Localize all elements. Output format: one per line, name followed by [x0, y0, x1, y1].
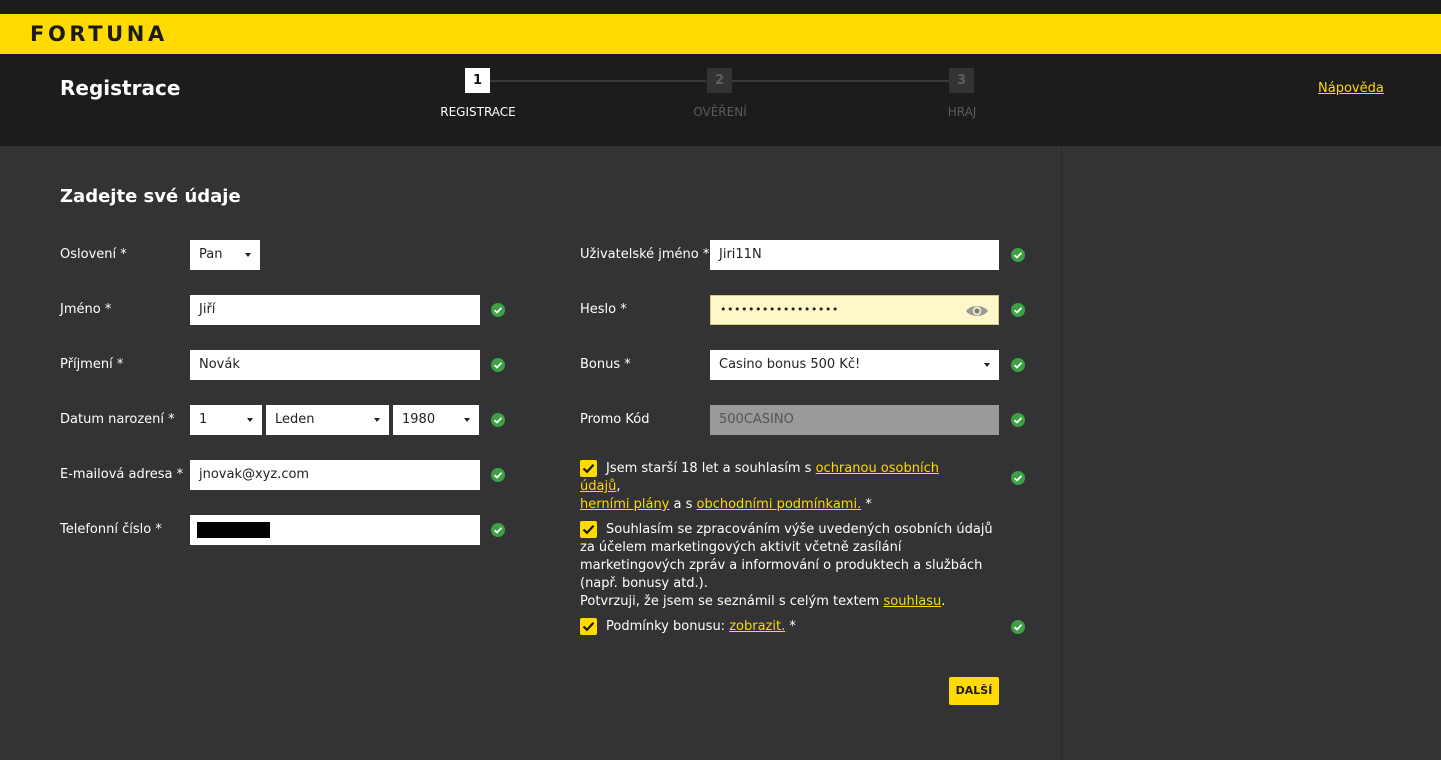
birth-date-label: Datum narození * — [60, 412, 175, 427]
email-label: E-mailová adresa * — [60, 467, 184, 482]
chevron-down-icon — [464, 418, 470, 422]
chevron-down-icon — [374, 418, 380, 422]
password-input[interactable]: ••••••••••••••••• — [710, 295, 999, 325]
birth-date-valid-icon — [491, 413, 505, 427]
birth-day-value: 1 — [199, 412, 208, 427]
phone-label: Telefonní číslo * — [60, 522, 162, 537]
marketing-consent-text-part: Potvrzuji, že jsem se seznámil s celým t… — [580, 594, 884, 609]
stepper-line-1 — [490, 80, 706, 82]
birth-year-select[interactable]: 1980 — [393, 405, 479, 435]
birth-month-select[interactable]: Leden — [266, 405, 389, 435]
fortuna-logo[interactable]: FORTUNA — [30, 23, 168, 45]
redacted-phone-number — [197, 522, 270, 538]
age-consent-valid-icon — [1011, 471, 1025, 485]
step-2-label: OVĚŘENÍ — [693, 105, 747, 119]
promo-code-valid-icon — [1011, 413, 1025, 427]
bonus-terms-text: Podmínky bonusu: zobrazit. * — [580, 618, 980, 636]
bonus-terms-text-part: * — [785, 619, 796, 634]
stepper-line-2 — [732, 80, 950, 82]
username-input[interactable]: Jiri11N — [710, 240, 999, 270]
salutation-select[interactable]: Pan — [190, 240, 260, 270]
chevron-down-icon — [984, 363, 990, 367]
show-password-eye-icon[interactable] — [965, 302, 989, 324]
chevron-down-icon — [247, 418, 253, 422]
browser-top-strip — [0, 0, 1441, 14]
help-link[interactable]: Nápověda — [1318, 81, 1384, 96]
promo-code-label: Promo Kód — [580, 412, 650, 427]
bonus-label: Bonus * — [580, 357, 631, 372]
password-valid-icon — [1011, 303, 1025, 317]
chevron-down-icon — [245, 253, 251, 257]
consent-full-text-link[interactable]: souhlasu — [883, 594, 941, 609]
bonus-terms-valid-icon — [1011, 620, 1025, 634]
salutation-value: Pan — [199, 247, 223, 262]
terms-link[interactable]: obchodními podmínkami. — [697, 497, 862, 512]
marketing-consent-text: Souhlasím se zpracováním výše uvedených … — [580, 521, 1005, 611]
first-name-valid-icon — [491, 303, 505, 317]
promo-code-input: 500CASINO — [710, 405, 999, 435]
step-3-number: 3 — [949, 68, 974, 93]
email-input[interactable]: jnovak@xyz.com — [190, 460, 480, 490]
step-1-label: REGISTRACE — [440, 105, 516, 119]
page-title: Registrace — [60, 76, 181, 100]
username-valid-icon — [1011, 248, 1025, 262]
form-section-title: Zadejte své údaje — [60, 186, 241, 207]
age-consent-text-part: * — [861, 497, 872, 512]
step-2-number: 2 — [707, 68, 732, 93]
email-valid-icon — [491, 468, 505, 482]
phone-valid-icon — [491, 523, 505, 537]
next-button[interactable]: DALŠÍ — [949, 677, 999, 705]
age-consent-text-part: , — [616, 479, 621, 494]
side-panel — [1061, 146, 1441, 760]
age-consent-text: Jsem starší 18 let a souhlasím s ochrano… — [580, 460, 980, 514]
first-name-label: Jméno * — [60, 302, 112, 317]
brand-bar: FORTUNA — [0, 14, 1441, 54]
username-label: Uživatelské jméno * — [580, 247, 710, 262]
bonus-select[interactable]: Casino bonus 500 Kč! — [710, 350, 999, 380]
password-masked-value: ••••••••••••••••• — [720, 303, 839, 316]
age-consent-text-part: Jsem starší 18 let a souhlasím s — [606, 461, 816, 476]
birth-month-value: Leden — [275, 412, 315, 427]
bonus-terms-text-part: Podmínky bonusu: — [606, 619, 730, 634]
last-name-valid-icon — [491, 358, 505, 372]
step-1-number: 1 — [465, 68, 490, 93]
birth-day-select[interactable]: 1 — [190, 405, 262, 435]
game-plans-link[interactable]: herními plány — [580, 497, 669, 512]
bonus-value: Casino bonus 500 Kč! — [719, 357, 861, 372]
phone-input[interactable] — [190, 515, 480, 545]
last-name-input[interactable]: Novák — [190, 350, 480, 380]
step-3-label: HRAJ — [947, 105, 977, 119]
bonus-valid-icon — [1011, 358, 1025, 372]
bonus-terms-show-link[interactable]: zobrazit. — [729, 619, 785, 634]
password-label: Heslo * — [580, 302, 627, 317]
first-name-input[interactable]: Jiří — [190, 295, 480, 325]
age-consent-text-part: a s — [669, 497, 697, 512]
birth-year-value: 1980 — [402, 412, 436, 427]
registration-header: Registrace 1 REGISTRACE 2 OVĚŘENÍ 3 HRAJ… — [0, 54, 1441, 146]
salutation-label: Oslovení * — [60, 247, 127, 262]
last-name-label: Příjmení * — [60, 357, 124, 372]
marketing-consent-text-part: Souhlasím se zpracováním výše uvedených … — [580, 522, 993, 591]
marketing-consent-text-part: . — [941, 594, 946, 609]
